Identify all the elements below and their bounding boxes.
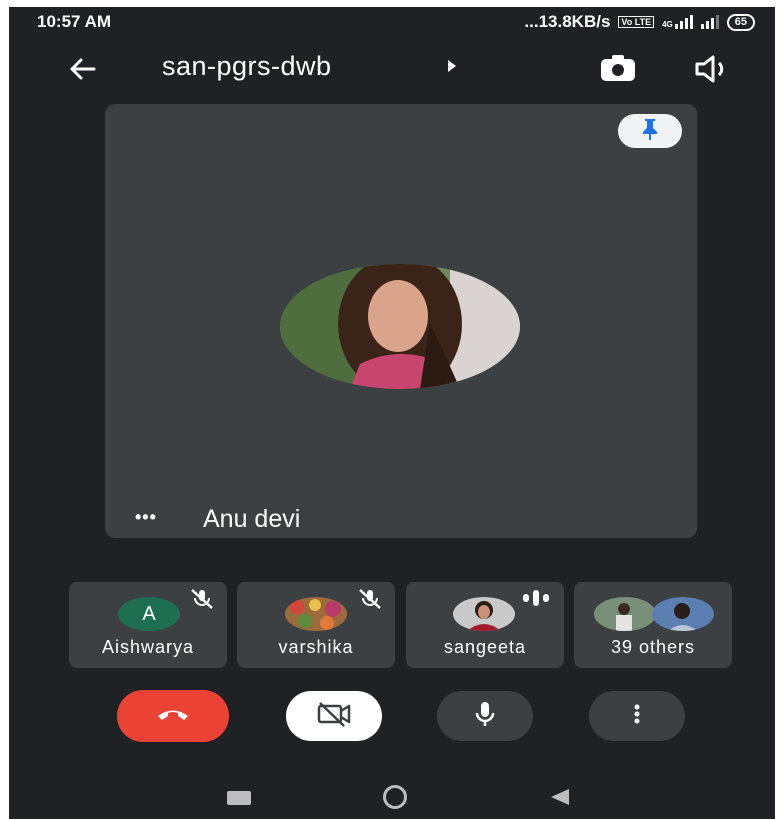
pin-button[interactable] (618, 114, 682, 148)
signal-icon (700, 15, 719, 29)
pin-icon (639, 117, 661, 146)
participant-photo-avatar (652, 597, 714, 631)
back-arrow-icon[interactable] (64, 51, 100, 87)
hang-up-icon (155, 705, 191, 728)
switch-camera-icon[interactable] (597, 51, 639, 92)
camera-off-icon (314, 700, 354, 733)
status-indicators: ...13.8KB/s Vo LTE 4G 65 (524, 12, 755, 32)
status-time: 10:57 AM (37, 12, 112, 31)
signal-4g-icon: 4G (662, 15, 693, 29)
home-icon[interactable] (383, 785, 407, 809)
caret-right-icon[interactable] (446, 59, 458, 78)
participant-name: varshika (278, 637, 354, 657)
back-nav-icon[interactable] (549, 787, 571, 812)
network-type-label: 4G (662, 20, 673, 29)
system-nav-bar (9, 775, 775, 819)
more-vertical-icon (633, 702, 641, 731)
microphone-button[interactable] (437, 691, 533, 741)
meet-call-screen: 10:57 AM ...13.8KB/s Vo LTE 4G 65 san-pg… (9, 7, 775, 819)
mic-muted-icon (189, 588, 215, 615)
camera-toggle-button[interactable] (286, 691, 382, 741)
meeting-code-title[interactable]: san-pgrs-dwb (162, 51, 332, 82)
participant-photo-avatar (285, 597, 347, 631)
participant-name: 39 others (610, 637, 696, 657)
profile-photo (280, 264, 520, 389)
volte-icon: Vo LTE (618, 16, 655, 28)
participant-name: sangeeta (443, 637, 527, 657)
more-options-button[interactable] (589, 691, 685, 741)
active-speaker-tile[interactable]: ••• Anu devi (105, 104, 697, 538)
participant-tile[interactable]: 39 others (574, 582, 732, 668)
participant-tile[interactable]: sangeeta (406, 582, 564, 668)
microphone-icon (473, 699, 497, 734)
call-header: san-pgrs-dwb (9, 41, 775, 97)
more-options-dots[interactable]: ••• (135, 507, 157, 528)
participant-photo-avatar (280, 264, 520, 389)
speaker-icon[interactable] (693, 53, 731, 90)
speaking-indicator-icon (516, 586, 556, 610)
end-call-button[interactable] (117, 690, 229, 742)
recents-icon[interactable] (227, 791, 251, 805)
mic-muted-icon (357, 588, 383, 615)
battery-icon: 65 (726, 13, 755, 31)
active-speaker-name: Anu devi (203, 505, 301, 533)
participant-tile[interactable]: varshika (237, 582, 395, 668)
participant-tile[interactable]: A Aishwarya (69, 582, 227, 668)
network-speed: ...13.8KB/s (524, 12, 611, 31)
participant-photo-avatar (453, 597, 515, 631)
status-bar: 10:57 AM ...13.8KB/s Vo LTE 4G 65 (9, 7, 775, 37)
participant-name: Aishwarya (101, 637, 195, 657)
participant-photo-avatar (594, 597, 656, 631)
letter-avatar: A (118, 597, 180, 631)
